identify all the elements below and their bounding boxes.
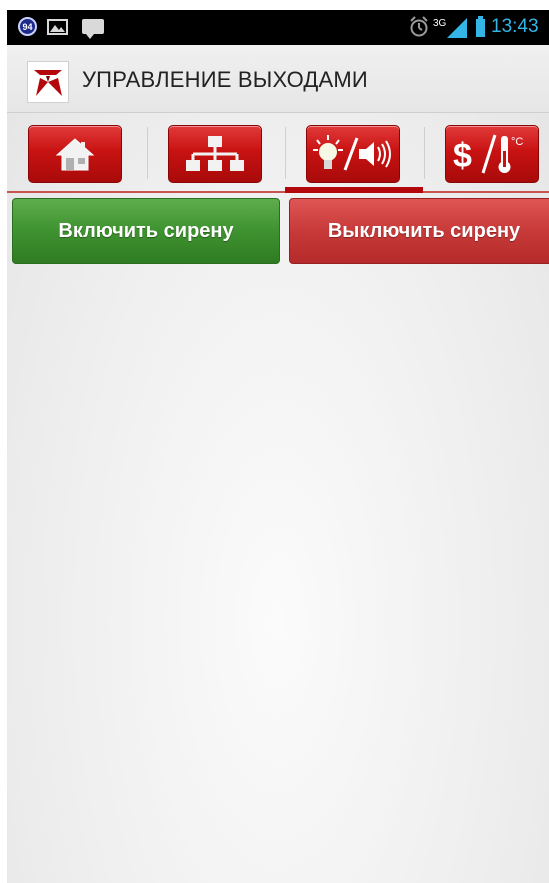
tab-outputs[interactable] (306, 125, 400, 183)
chat-notification-icon (82, 19, 104, 39)
tab-bar-underline (7, 191, 549, 193)
network-tree-icon (186, 136, 244, 171)
money-temperature-icon: $ °C (453, 134, 523, 175)
notification-count: 94 (22, 21, 33, 32)
light-sound-icon (313, 135, 391, 171)
status-bar: 94 3G 13:43 (7, 10, 549, 45)
notification-count-badge: 94 (18, 17, 37, 36)
signal-strength-icon: 3G (433, 16, 469, 43)
svg-text:$: $ (453, 137, 472, 175)
image-notification-icon (47, 19, 68, 35)
tab-divider (424, 127, 425, 179)
tab-bar: $ °C (7, 113, 549, 195)
network-type-label: 3G (433, 18, 447, 29)
svg-text:°C: °C (511, 136, 523, 148)
action-bar: УПРАВЛЕНИЕ ВЫХОДАМИ (7, 45, 549, 113)
home-icon (55, 138, 95, 171)
tab-home[interactable] (28, 125, 122, 183)
tab-network[interactable] (168, 125, 262, 183)
tab-selected-indicator (285, 187, 423, 193)
tab-divider (285, 127, 286, 179)
siren-on-button[interactable]: Включить сирену (12, 198, 280, 264)
battery-icon (476, 16, 485, 37)
tab-divider (147, 127, 148, 179)
siren-off-label: Выключить сирену (327, 219, 521, 242)
page-title: УПРАВЛЕНИЕ ВЫХОДАМИ (82, 67, 368, 92)
app-screen: 94 3G 13:43 УПРАВЛЕНИЕ ВЫХОДАМИ $ °C Вкл… (7, 10, 549, 883)
alarm-clock-icon (409, 16, 429, 43)
status-time: 13:43 (491, 16, 539, 37)
app-logo-icon[interactable] (27, 61, 69, 103)
siren-on-label: Включить сирену (58, 219, 234, 242)
siren-off-button[interactable]: Выключить сирену (289, 198, 549, 264)
tab-tariffs[interactable]: $ °C (445, 125, 539, 183)
